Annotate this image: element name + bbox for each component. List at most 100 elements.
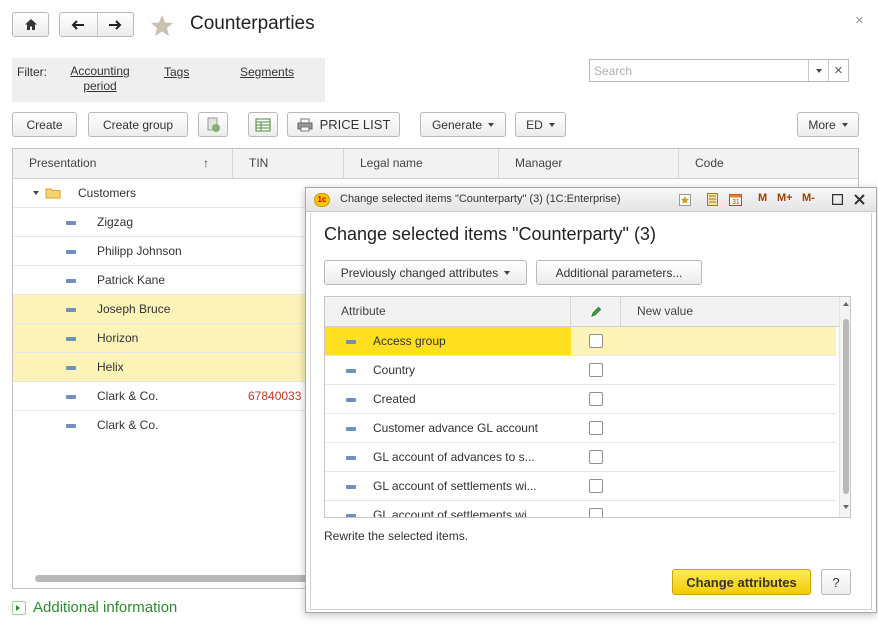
column-presentation[interactable]: Presentation ↑ (13, 149, 233, 179)
document-copy-icon (207, 117, 220, 132)
svg-text:31: 31 (732, 199, 740, 206)
memory-m-plus-button[interactable]: M+ (777, 192, 793, 204)
scrollbar-thumb[interactable] (843, 319, 849, 494)
ed-button[interactable]: ED (515, 112, 566, 137)
chevron-down-icon (815, 68, 822, 73)
create-group-button[interactable]: Create group (88, 112, 188, 137)
attribute-icon (346, 456, 356, 460)
favorite-star-icon[interactable] (150, 14, 174, 37)
column-tin[interactable]: TIN (233, 149, 344, 179)
grid-header: Attribute New value (325, 297, 850, 327)
home-button[interactable] (12, 12, 49, 37)
memory-m-button[interactable]: M (758, 192, 767, 204)
copy-button[interactable] (198, 112, 228, 137)
item-icon (66, 308, 76, 312)
item-icon (66, 250, 76, 254)
favorite-star-icon[interactable] (679, 194, 691, 206)
attribute-checkbox[interactable] (589, 392, 603, 406)
change-items-dialog: 1c Change selected items "Counterparty" … (305, 187, 877, 613)
attribute-icon (346, 485, 356, 489)
search-clear-button[interactable]: ✕ (828, 60, 848, 81)
item-icon (66, 424, 76, 428)
item-icon (66, 279, 76, 283)
home-icon (24, 19, 37, 30)
column-legal-name[interactable]: Legal name (344, 149, 499, 179)
attributes-grid[interactable]: Attribute New value Access group Country… (324, 296, 851, 518)
close-icon[interactable]: × (855, 12, 864, 29)
chevron-down-icon (488, 122, 495, 127)
grid-row[interactable]: Created (325, 385, 836, 414)
attribute-checkbox[interactable] (589, 363, 603, 377)
table-header: Presentation ↑ TIN Legal name Manager Co… (13, 149, 858, 179)
attribute-checkbox[interactable] (589, 334, 603, 348)
expand-chevron-icon (12, 600, 26, 615)
attribute-checkbox[interactable] (589, 421, 603, 435)
item-icon (66, 337, 76, 341)
search-input[interactable]: Search (594, 64, 632, 78)
previously-changed-attributes-button[interactable]: Previously changed attributes (324, 260, 527, 285)
attribute-icon (346, 514, 356, 517)
calendar-icon[interactable]: 31 (729, 193, 742, 206)
column-new-value[interactable]: New value (621, 297, 839, 327)
history-nav (59, 12, 134, 37)
attribute-icon (346, 427, 356, 431)
attribute-checkbox[interactable] (589, 450, 603, 464)
report-table-icon (255, 118, 271, 131)
attribute-checkbox[interactable] (589, 508, 603, 517)
column-manager[interactable]: Manager (499, 149, 679, 179)
additional-info-toggle[interactable]: Additional information (12, 599, 177, 616)
search-box: Search ✕ (589, 59, 849, 82)
filter-segments-link[interactable]: Segments (240, 65, 294, 80)
calculator-icon[interactable] (707, 193, 718, 206)
arrow-right-icon (109, 19, 122, 30)
tin-value: 67840033 (248, 389, 302, 403)
grid-row[interactable]: GL account of advances to s... (325, 443, 836, 472)
1c-logo-icon: 1c (314, 193, 330, 207)
chevron-down-icon (548, 122, 555, 127)
dialog-window-title: Change selected items "Counterparty" (3)… (340, 193, 621, 205)
attribute-cell (325, 327, 571, 355)
grid-row[interactable]: GL account of settlements wi... (325, 501, 836, 517)
item-icon (66, 366, 76, 370)
column-code[interactable]: Code (679, 149, 858, 179)
maximize-icon[interactable] (832, 194, 843, 205)
item-icon (66, 395, 76, 399)
filter-bar: Filter: Accounting period Tags Segments (12, 58, 325, 102)
column-edit[interactable] (571, 297, 621, 327)
printer-icon (297, 118, 313, 131)
attribute-icon (346, 398, 356, 402)
back-button[interactable] (60, 13, 97, 36)
additional-parameters-button[interactable]: Additional parameters... (536, 260, 702, 285)
filter-label: Filter: (17, 65, 47, 79)
memory-m-minus-button[interactable]: M- (802, 192, 815, 204)
close-icon[interactable] (854, 194, 865, 205)
search-dropdown-button[interactable] (808, 60, 828, 81)
generate-button[interactable]: Generate (420, 112, 506, 137)
column-attribute[interactable]: Attribute (325, 297, 571, 327)
report-button[interactable] (248, 112, 278, 137)
dialog-titlebar[interactable]: 1c Change selected items "Counterparty" … (306, 188, 876, 212)
scroll-up-icon[interactable] (843, 302, 849, 306)
filter-tags-link[interactable]: Tags (164, 65, 189, 80)
dialog-heading: Change selected items "Counterparty" (3) (324, 224, 656, 244)
forward-button[interactable] (96, 13, 134, 36)
attribute-icon (346, 369, 356, 373)
change-attributes-button[interactable]: Change attributes (672, 569, 811, 595)
grid-row[interactable]: Customer advance GL account (325, 414, 836, 443)
grid-row-selected[interactable]: Access group (325, 327, 836, 356)
attribute-checkbox[interactable] (589, 479, 603, 493)
help-button[interactable]: ? (821, 569, 851, 595)
sort-ascending-icon: ↑ (203, 156, 209, 170)
rewrite-hint: Rewrite the selected items. (324, 529, 469, 543)
scroll-down-icon[interactable] (843, 505, 849, 509)
grid-row[interactable]: Country (325, 356, 836, 385)
clear-icon: ✕ (833, 65, 844, 77)
expand-arrow-icon[interactable] (33, 191, 39, 195)
horizontal-scrollbar[interactable] (35, 575, 315, 582)
vertical-scrollbar[interactable] (839, 297, 850, 517)
create-button[interactable]: Create (12, 112, 77, 137)
filter-accounting-period-link[interactable]: Accounting period (64, 64, 136, 94)
more-button[interactable]: More (797, 112, 859, 137)
grid-row[interactable]: GL account of settlements wi... (325, 472, 836, 501)
price-list-button[interactable]: PRICE LIST (287, 112, 400, 137)
